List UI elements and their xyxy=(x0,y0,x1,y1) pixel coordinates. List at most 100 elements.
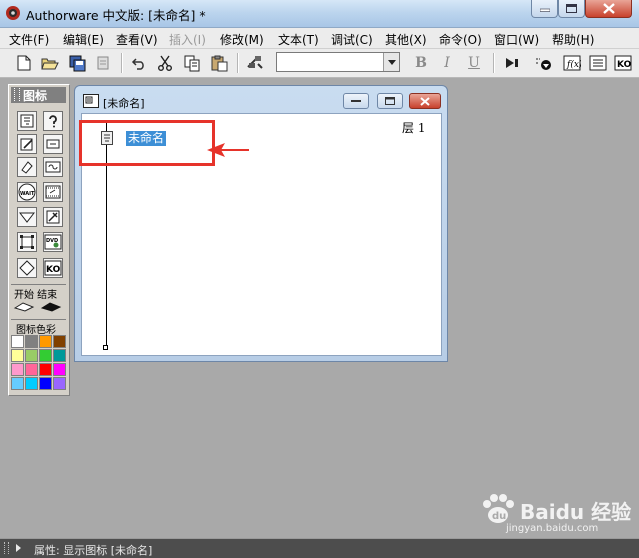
palette-digital-movie-icon[interactable] xyxy=(43,182,63,202)
new-file-button[interactable] xyxy=(13,52,35,74)
wait-icon: WAIT xyxy=(18,183,36,201)
color-swatch[interactable] xyxy=(11,335,24,348)
document-window-icon[interactable] xyxy=(83,94,99,108)
chevron-down-icon xyxy=(387,59,396,65)
underline-button[interactable]: U xyxy=(463,52,485,74)
document-minimize-button[interactable] xyxy=(343,93,369,109)
end-flag-button[interactable] xyxy=(40,300,64,314)
color-swatch[interactable] xyxy=(25,349,38,362)
cut-button[interactable] xyxy=(154,52,176,74)
font-combo-dropdown[interactable] xyxy=(383,53,399,71)
knowledge-object-button[interactable]: KO xyxy=(612,52,634,74)
open-file-button[interactable] xyxy=(39,52,61,74)
menu-window[interactable]: 窗口(W) xyxy=(494,31,539,48)
control-panel-button[interactable] xyxy=(532,52,554,74)
palette-wait-icon[interactable]: WAIT xyxy=(17,182,37,202)
palette-navigate-icon[interactable] xyxy=(17,157,37,177)
palette-decision-icon[interactable] xyxy=(17,207,37,227)
close-button[interactable] xyxy=(585,0,632,18)
expand-arrow-icon[interactable] xyxy=(16,544,21,552)
drag-grip-icon[interactable] xyxy=(14,88,20,101)
color-swatch[interactable] xyxy=(25,377,38,390)
bold-label: B xyxy=(415,55,427,71)
undo-icon xyxy=(131,58,144,70)
menu-command[interactable]: 命令(O) xyxy=(439,31,482,48)
function-button[interactable]: f(x) xyxy=(561,52,583,74)
color-swatch[interactable] xyxy=(39,363,52,376)
palette-erase-icon[interactable] xyxy=(17,134,37,154)
framework-icon xyxy=(20,235,34,249)
italic-button[interactable]: I xyxy=(436,52,458,74)
find-button[interactable] xyxy=(244,52,266,74)
variable-icon xyxy=(589,55,607,71)
color-swatch[interactable] xyxy=(53,363,66,376)
color-swatch[interactable] xyxy=(53,349,66,362)
palette-dvd-video-icon[interactable]: DVD xyxy=(43,232,63,252)
color-swatch[interactable] xyxy=(11,363,24,376)
menu-file[interactable]: 文件(F) xyxy=(9,31,49,48)
palette-framework-icon[interactable] xyxy=(17,232,37,252)
palette-interaction-icon[interactable] xyxy=(17,258,37,278)
palette-display-icon[interactable] xyxy=(17,111,37,131)
menu-debug[interactable]: 调试(C) xyxy=(331,31,373,48)
copy-button[interactable] xyxy=(181,52,203,74)
copy-icon xyxy=(184,55,199,71)
minimize-button[interactable] xyxy=(531,0,558,18)
minimize-icon xyxy=(539,8,550,12)
end-flag-icon xyxy=(40,302,62,312)
menu-help[interactable]: 帮助(H) xyxy=(552,31,594,48)
palette-map-icon[interactable] xyxy=(43,207,63,227)
run-button[interactable] xyxy=(501,52,523,74)
watermark-url: jingyan.baidu.com xyxy=(506,523,599,534)
palette-divider xyxy=(11,319,66,320)
icon-palette: 图标 WAIT DVD KO 开始 结束 图标色彩 xyxy=(8,84,70,396)
flowline-end-marker[interactable] xyxy=(103,345,108,350)
color-swatch[interactable] xyxy=(25,363,38,376)
import-button[interactable] xyxy=(92,52,114,74)
color-swatch[interactable] xyxy=(53,377,66,390)
menu-other[interactable]: 其他(X) xyxy=(385,31,427,48)
toolbar-separator xyxy=(237,53,239,73)
new-file-icon xyxy=(17,55,31,71)
paste-button[interactable] xyxy=(208,52,230,74)
motion-icon xyxy=(49,115,57,128)
menu-insert[interactable]: 插入(I) xyxy=(169,31,206,48)
color-swatch[interactable] xyxy=(25,335,38,348)
undo-button[interactable] xyxy=(128,52,150,74)
display-icon xyxy=(20,114,34,128)
palette-motion-icon[interactable] xyxy=(43,111,63,131)
color-swatch[interactable] xyxy=(11,377,24,390)
color-swatch[interactable] xyxy=(39,377,52,390)
menu-text[interactable]: 文本(T) xyxy=(278,31,319,48)
dvd-video-icon: DVD xyxy=(44,234,62,250)
underline-label: U xyxy=(468,55,480,71)
document-maximize-button[interactable] xyxy=(377,93,403,109)
palette-knowledge-object-icon[interactable]: KO xyxy=(43,258,63,278)
menu-modify[interactable]: 修改(M) xyxy=(220,31,264,48)
icon-color-label: 图标色彩 xyxy=(16,325,56,336)
variable-button[interactable] xyxy=(587,52,609,74)
menu-edit[interactable]: 编辑(E) xyxy=(63,31,104,48)
color-swatch[interactable] xyxy=(39,349,52,362)
close-icon xyxy=(420,96,430,106)
cut-icon xyxy=(158,55,172,71)
sound-icon xyxy=(45,161,61,173)
color-swatch[interactable] xyxy=(39,335,52,348)
maximize-button[interactable] xyxy=(558,0,585,18)
document-close-button[interactable] xyxy=(409,93,441,109)
palette-sound-icon[interactable] xyxy=(43,157,63,177)
palette-title-bar[interactable]: 图标 xyxy=(11,87,66,103)
status-grip-icon[interactable] xyxy=(4,542,9,554)
maximize-icon xyxy=(385,97,395,105)
palette-calculation-icon[interactable] xyxy=(43,134,63,154)
color-swatch[interactable] xyxy=(11,349,24,362)
control-panel-icon xyxy=(536,58,551,70)
color-swatch[interactable] xyxy=(53,335,66,348)
bold-button[interactable]: B xyxy=(410,52,432,74)
start-flag-button[interactable] xyxy=(13,300,37,314)
authorware-app-icon[interactable] xyxy=(5,5,21,21)
ko-label: KO xyxy=(46,265,61,275)
font-name-combo[interactable] xyxy=(276,52,400,72)
menu-view[interactable]: 查看(V) xyxy=(116,31,158,48)
save-all-button[interactable] xyxy=(67,52,89,74)
